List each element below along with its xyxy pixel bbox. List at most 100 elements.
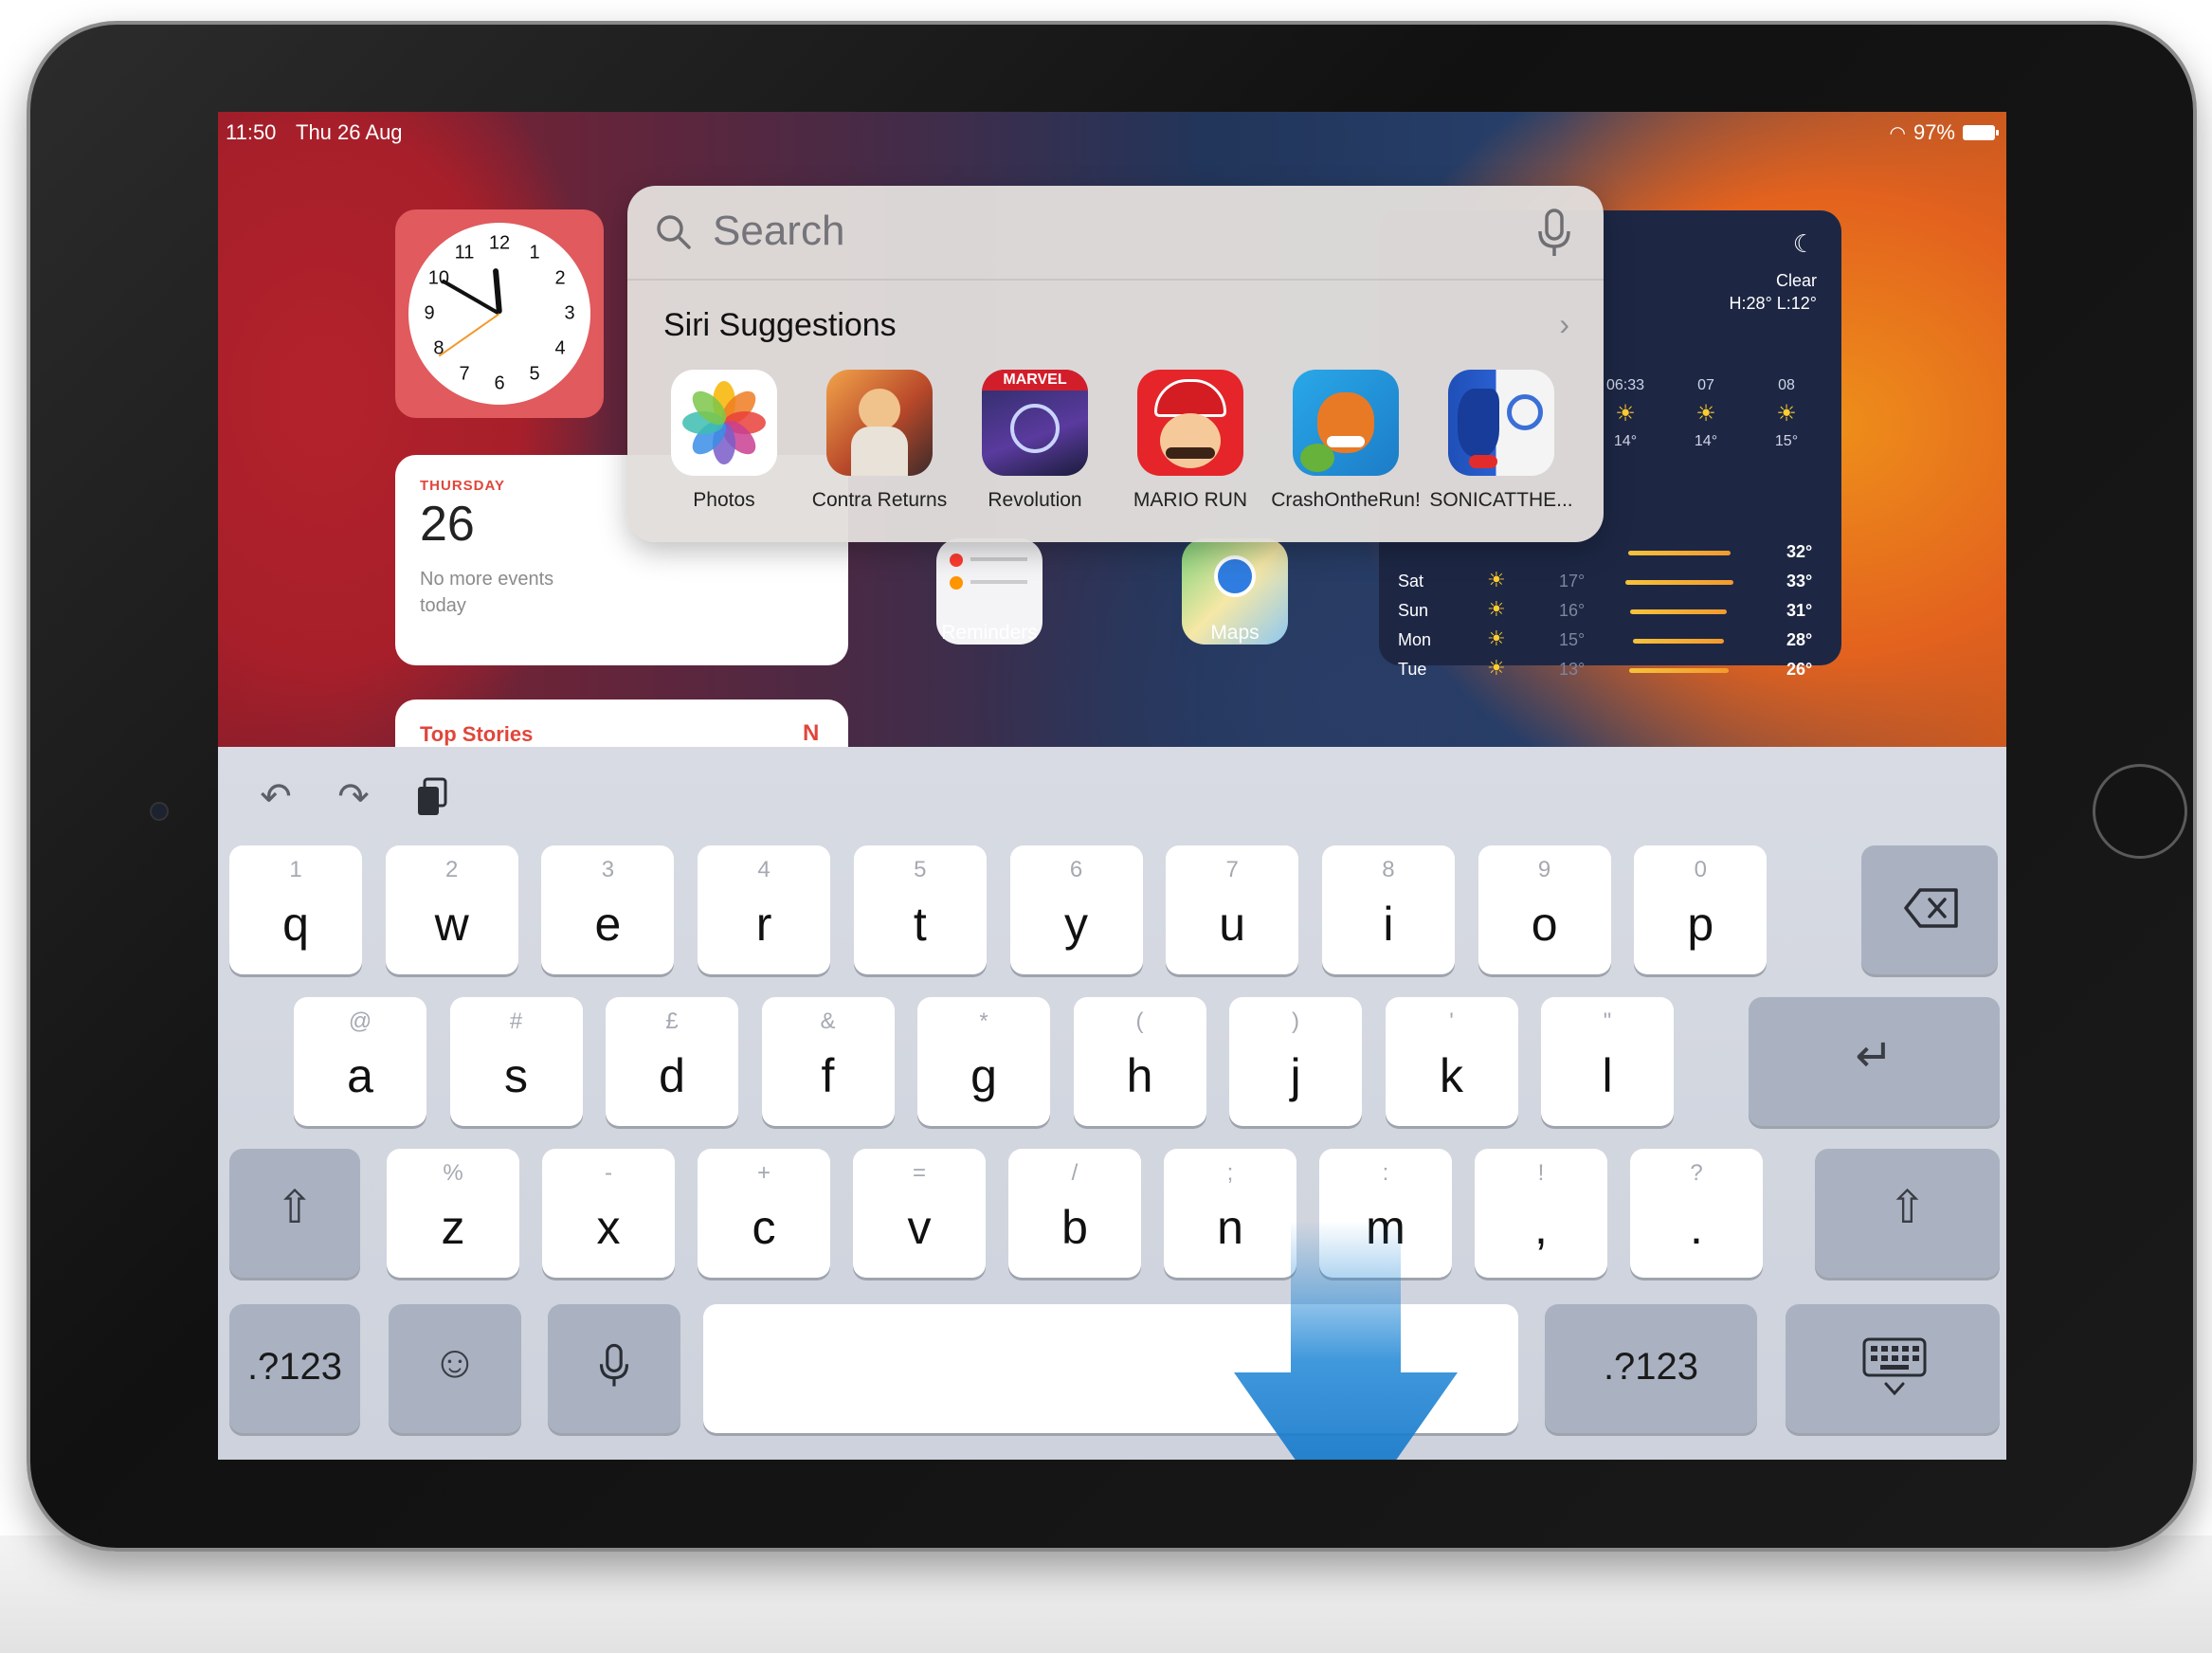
battery-percent: 97%	[1913, 120, 1955, 144]
shift-key-left[interactable]: ⇧	[229, 1149, 360, 1278]
numbers-key-label: .?123	[1603, 1346, 1699, 1388]
key-primary-label: t	[913, 898, 927, 951]
suggestion-crash[interactable]: CrashOntheRun!	[1270, 370, 1422, 512]
search-input[interactable]	[713, 205, 1509, 258]
weather-high: 33°	[1786, 572, 1813, 590]
weather-day-row: Sat ☀ 17° 33°	[1398, 568, 1824, 597]
key-h[interactable]: (h	[1073, 997, 1206, 1126]
key-r[interactable]: 4r	[698, 845, 831, 974]
dictation-key[interactable]	[548, 1304, 680, 1433]
emoji-key[interactable]: ☺	[389, 1304, 521, 1433]
key-e[interactable]: 3e	[541, 845, 675, 974]
key-y[interactable]: 6y	[1009, 845, 1143, 974]
key-primary-label: j	[1290, 1049, 1301, 1102]
crash-icon	[1293, 370, 1399, 476]
key-l[interactable]: " l	[1541, 997, 1674, 1126]
weather-day: Sun	[1398, 601, 1429, 620]
weather-temp-bar	[1625, 580, 1734, 585]
spotlight-panel: Siri Suggestions ›	[627, 186, 1604, 542]
backspace-key[interactable]	[1861, 845, 1998, 974]
key-primary-label: f	[821, 1049, 835, 1102]
redo-icon[interactable]: ↷	[330, 773, 377, 821]
sonic-icon	[1448, 370, 1554, 476]
key-primary-label: a	[347, 1049, 373, 1102]
key-b[interactable]: / b	[1008, 1149, 1141, 1278]
suggestion-mario[interactable]: MARIO RUN	[1115, 370, 1266, 512]
moon-icon: ☾	[1792, 229, 1815, 258]
status-right: ◠ 97%	[1889, 120, 1999, 145]
key-secondary-label: ?	[1690, 1160, 1703, 1186]
key-u[interactable]: 7u	[1166, 845, 1299, 974]
key-secondary-label: "	[1603, 1008, 1612, 1034]
hide-keyboard-key[interactable]	[1786, 1304, 2000, 1433]
key-i[interactable]: 8i	[1321, 845, 1455, 974]
status-date: Thu 26 Aug	[296, 120, 403, 144]
key-f[interactable]: & f	[761, 997, 895, 1126]
key-secondary-label: 6	[1069, 857, 1083, 882]
weather-hour-temp: 15°	[1774, 433, 1799, 449]
key-v[interactable]: = v	[853, 1149, 986, 1278]
stage: 11:50 Thu 26 Aug ◠ 97% 12 1 2 3 4 5 6 7 8 9 10 11 T…	[0, 0, 2212, 1653]
key-o[interactable]: 9o	[1478, 845, 1611, 974]
key-p[interactable]: 0p	[1634, 845, 1768, 974]
key-t[interactable]: 5t	[853, 845, 987, 974]
calendar-note: No more events today	[420, 569, 554, 616]
key-primary-label: b	[1061, 1201, 1088, 1254]
key-primary-label: x	[596, 1201, 621, 1254]
key-secondary-label: )	[1292, 1008, 1299, 1034]
key-comma[interactable]: !,	[1475, 1149, 1607, 1278]
key-secondary-label: '	[1449, 1008, 1454, 1034]
key-secondary-label: #	[509, 1008, 523, 1034]
key-q[interactable]: 1q	[229, 845, 362, 974]
key-x[interactable]: -x	[542, 1149, 675, 1278]
clock-widget[interactable]: 12 1 2 3 4 5 6 7 8 9 10 11	[395, 209, 604, 418]
suggestion-sonic[interactable]: SONICATTHE...	[1425, 370, 1577, 512]
chevron-right-icon[interactable]: ›	[1559, 307, 1569, 342]
hour-hand	[492, 267, 502, 315]
suggestion-revolution[interactable]: MARVEL Revolution	[959, 370, 1111, 512]
return-key[interactable]: ↵	[1749, 997, 2000, 1126]
home-button[interactable]	[2093, 764, 2187, 859]
key-g[interactable]: * g	[917, 997, 1050, 1126]
weather-temp-bar	[1630, 609, 1728, 614]
undo-icon[interactable]: ↶	[252, 773, 299, 821]
key-k[interactable]: ' k	[1385, 997, 1518, 1126]
weather-day-row: 32°	[1398, 538, 1824, 568]
suggestion-photos[interactable]: Photos	[648, 370, 800, 512]
clock-face: 12 1 2 3 4 5 6 7 8 9 10 11	[408, 223, 590, 405]
microphone-icon[interactable]	[1535, 207, 1573, 260]
sun-icon: ☀	[1695, 401, 1716, 427]
key-a[interactable]: @ a	[294, 997, 426, 1126]
key-c[interactable]: + c	[698, 1149, 830, 1278]
numbers-key-label: .?123	[246, 1346, 343, 1388]
weather-day: Sat	[1398, 572, 1424, 590]
suggestion-contra[interactable]: Contra Returns	[804, 370, 955, 512]
key-secondary-label: ;	[1226, 1160, 1234, 1186]
wifi-icon: ◠	[1889, 122, 1906, 144]
delete-icon	[1904, 888, 1958, 928]
key-secondary-label: 2	[445, 857, 459, 882]
weather-condition-text: Clear	[1775, 271, 1817, 290]
shift-icon: ⇧	[1888, 1183, 1927, 1233]
key-secondary-label: *	[979, 1008, 988, 1034]
key-w[interactable]: 2w	[385, 845, 518, 974]
key-primary-label: h	[1126, 1049, 1153, 1102]
key-s[interactable]: # s	[449, 997, 583, 1126]
key-z[interactable]: % z	[387, 1149, 519, 1278]
suggestion-label: Photos	[693, 489, 755, 511]
key-secondary-label: £	[665, 1008, 679, 1034]
numbers-key-right[interactable]: .?123	[1545, 1304, 1757, 1433]
suggestion-label: MARIO RUN	[1133, 489, 1248, 511]
numbers-key-left[interactable]: .?123	[229, 1304, 360, 1433]
key-period[interactable]: ?.	[1630, 1149, 1763, 1278]
minute-hand	[441, 279, 500, 316]
shift-key-right[interactable]: ⇧	[1815, 1149, 2000, 1278]
key-d[interactable]: £ d	[606, 997, 738, 1126]
paste-icon[interactable]	[409, 773, 457, 821]
key-secondary-label: 3	[601, 857, 615, 882]
weather-condition: Clear H:28° L:12°	[1730, 269, 1817, 315]
key-j[interactable]: ) j	[1229, 997, 1362, 1126]
key-secondary-label: 8	[1382, 857, 1395, 882]
key-primary-label: k	[1440, 1049, 1463, 1102]
key-secondary-label: +	[756, 1160, 771, 1186]
